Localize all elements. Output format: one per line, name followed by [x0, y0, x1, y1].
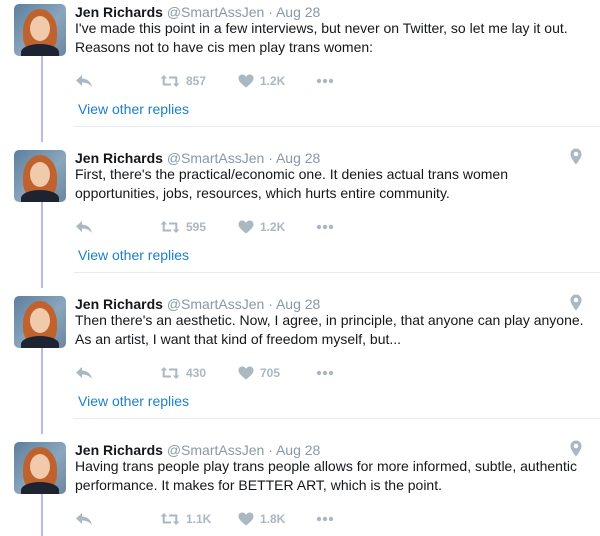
reply-button[interactable]	[75, 71, 93, 91]
avatar[interactable]	[14, 442, 66, 494]
avatar[interactable]	[14, 150, 66, 202]
like-button[interactable]: 1.2K	[238, 217, 285, 237]
location-pin-icon	[570, 294, 582, 311]
like-button[interactable]: 1.2K	[238, 71, 285, 91]
more-button[interactable]	[316, 71, 334, 91]
author-name[interactable]: Jen Richards	[75, 150, 163, 166]
tweet-text: I've made this point in a few interviews…	[75, 20, 568, 55]
like-count: 705	[260, 366, 281, 380]
reply-icon	[76, 221, 92, 233]
reply-button[interactable]	[75, 217, 93, 237]
author-name[interactable]: Jen Richards	[75, 296, 163, 312]
tweet-actions: 595 1.2K	[75, 217, 375, 237]
reply-icon	[76, 367, 92, 379]
thread-line	[41, 347, 43, 434]
more-icon	[316, 224, 334, 230]
tweet-actions: 857 1.2K	[75, 71, 375, 91]
more-button[interactable]	[316, 363, 334, 383]
retweet-button[interactable]: 857	[160, 71, 206, 91]
author-handle[interactable]: @SmartAssJen	[167, 150, 264, 166]
thread-line	[41, 55, 43, 142]
reply-button[interactable]	[75, 509, 93, 529]
more-icon	[316, 516, 334, 522]
heart-icon	[238, 220, 254, 234]
divider	[74, 126, 600, 127]
reply-button[interactable]	[75, 363, 93, 383]
view-other-replies-link[interactable]: View other replies	[78, 393, 189, 409]
retweet-button[interactable]: 595	[160, 217, 206, 237]
author-handle[interactable]: @SmartAssJen	[167, 442, 264, 458]
tweet-date[interactable]: · Aug 28	[268, 150, 320, 166]
thread-line	[41, 493, 43, 536]
tweet-text: Having trans people play trans people al…	[75, 458, 577, 493]
heart-icon	[238, 366, 254, 380]
view-other-replies-link[interactable]: View other replies	[78, 247, 189, 263]
like-button[interactable]: 1.8K	[238, 509, 285, 529]
more-icon	[316, 78, 334, 84]
author-name[interactable]: Jen Richards	[75, 442, 163, 458]
more-button[interactable]	[316, 509, 334, 529]
retweet-icon	[160, 367, 180, 379]
like-count: 1.8K	[260, 512, 286, 526]
retweet-count: 857	[186, 74, 207, 88]
location-pin-icon	[570, 440, 582, 457]
retweet-button[interactable]: 430	[160, 363, 206, 383]
retweet-button[interactable]: 1.1K	[160, 509, 211, 529]
tweet-text: Then there's an aesthetic. Now, I agree,…	[75, 312, 584, 347]
author-name[interactable]: Jen Richards	[75, 4, 163, 20]
reply-icon	[76, 513, 92, 525]
retweet-count: 595	[186, 220, 207, 234]
like-count: 1.2K	[260, 220, 286, 234]
more-icon	[316, 370, 334, 376]
more-button[interactable]	[316, 217, 334, 237]
view-other-replies-link[interactable]: View other replies	[78, 101, 189, 117]
heart-icon	[238, 74, 254, 88]
tweet-date[interactable]: · Aug 28	[268, 442, 320, 458]
tweet-date[interactable]: · Aug 28	[268, 4, 320, 20]
retweet-count: 430	[186, 366, 207, 380]
tweet-text: First, there's the practical/economic on…	[75, 166, 508, 201]
tweet-date[interactable]: · Aug 28	[268, 296, 320, 312]
like-button[interactable]: 705	[238, 363, 280, 383]
thread-line	[41, 201, 43, 288]
avatar[interactable]	[14, 4, 66, 56]
tweet-actions: 1.1K 1.8K	[75, 509, 375, 529]
tweet-actions: 430 705	[75, 363, 375, 383]
retweet-count: 1.1K	[186, 512, 212, 526]
retweet-icon	[160, 513, 180, 525]
heart-icon	[238, 512, 254, 526]
retweet-icon	[160, 75, 180, 87]
reply-icon	[76, 75, 92, 87]
location-pin-icon	[570, 148, 582, 165]
divider	[74, 272, 600, 273]
retweet-icon	[160, 221, 180, 233]
author-handle[interactable]: @SmartAssJen	[167, 4, 264, 20]
divider	[74, 418, 600, 419]
author-handle[interactable]: @SmartAssJen	[167, 296, 264, 312]
like-count: 1.2K	[260, 74, 286, 88]
avatar[interactable]	[14, 296, 66, 348]
